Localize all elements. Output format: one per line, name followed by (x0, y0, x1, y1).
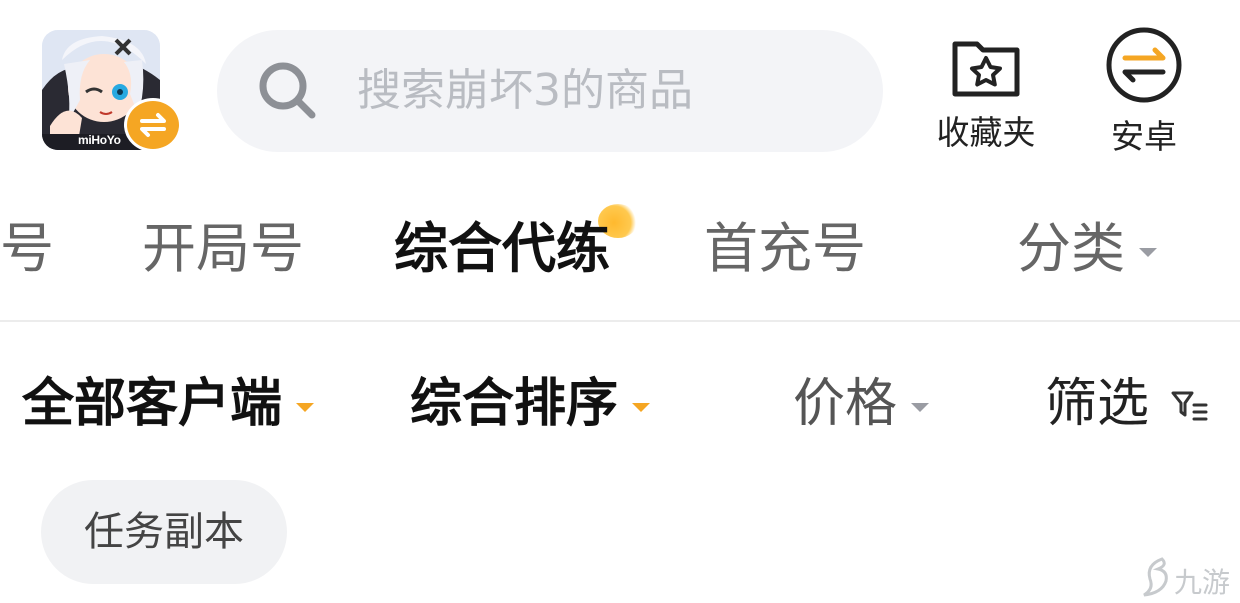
platform-label: 安卓 (1111, 117, 1177, 156)
swap-arrows-icon (140, 113, 166, 137)
platform-switch-button[interactable]: 安卓 (1095, 26, 1193, 158)
divider (0, 320, 1240, 322)
watermark-logo: 九游 (1140, 555, 1240, 601)
publisher-label: miHoYo (78, 133, 121, 147)
favorites-button[interactable]: 收藏夹 (925, 36, 1047, 154)
price-dropdown[interactable]: 价格 (793, 368, 930, 440)
watermark-text: 九游 (1174, 566, 1231, 599)
swap-arrows-icon (1106, 27, 1182, 103)
star-folder-icon (952, 41, 1020, 97)
tab-category-label: 分类 (1017, 217, 1125, 280)
tab-category[interactable]: 分类 (1017, 214, 1157, 284)
tab-boosting[interactable]: 综合代练 (394, 214, 610, 284)
sort-label: 综合排序 (410, 374, 619, 434)
tab-first-recharge[interactable]: 首充号 (704, 214, 866, 284)
search-placeholder: 搜索崩坏3的商品 (357, 65, 693, 116)
chevron-down-icon (632, 402, 651, 412)
tag-chip-quest-dungeon[interactable]: 任务副本 (41, 480, 287, 584)
filter-label: 筛选 (1045, 374, 1150, 434)
filter-button[interactable]: 筛选 (1045, 368, 1210, 440)
filter-icon (1171, 391, 1208, 421)
tab-starter-account[interactable]: 开局号 (142, 214, 304, 284)
jiuyou-logo-icon (1143, 557, 1168, 597)
favorites-label: 收藏夹 (936, 113, 1036, 152)
price-label: 价格 (793, 374, 898, 434)
switch-badge[interactable] (124, 98, 182, 152)
search-icon (259, 62, 316, 119)
chevron-down-icon (296, 402, 315, 412)
search-input[interactable]: 搜索崩坏3的商品 (217, 30, 883, 152)
client-filter-dropdown[interactable]: 全部客户端 (22, 368, 315, 440)
chevron-down-icon (911, 402, 930, 412)
sort-dropdown[interactable]: 综合排序 (410, 368, 651, 440)
chevron-down-icon (1139, 247, 1157, 257)
tab-partial[interactable]: 号 (0, 214, 54, 284)
client-filter-label: 全部客户端 (22, 374, 283, 434)
